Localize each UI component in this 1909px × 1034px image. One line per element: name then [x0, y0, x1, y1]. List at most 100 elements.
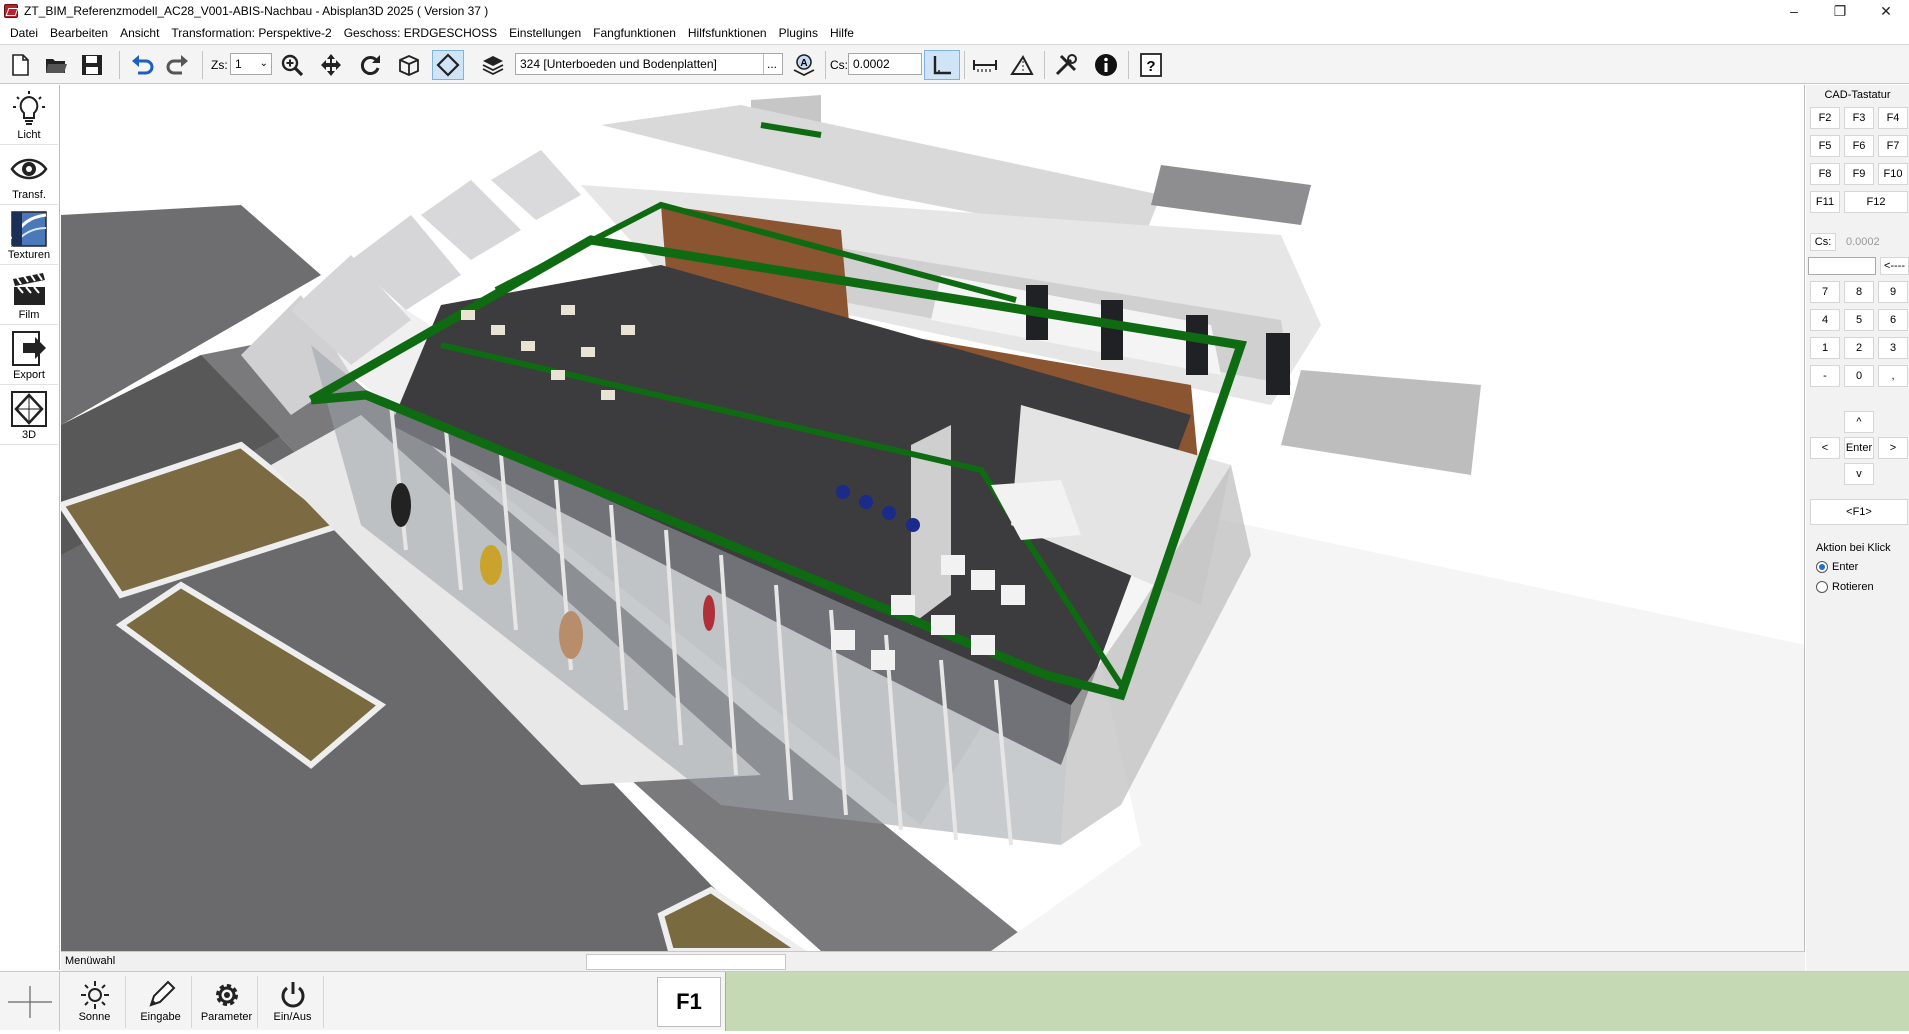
zs-select[interactable]: 1 ⌄ — [230, 53, 272, 75]
key-3[interactable]: 3 — [1878, 337, 1908, 359]
menu-einstellungen[interactable]: Einstellungen — [503, 26, 587, 40]
ein-aus-button[interactable]: Ein/Aus — [262, 976, 324, 1028]
autolayer-icon[interactable]: A — [788, 50, 820, 80]
key-right[interactable]: > — [1878, 437, 1908, 459]
new-file-icon[interactable] — [4, 50, 36, 80]
key-6[interactable]: 6 — [1878, 309, 1908, 331]
layer-field[interactable]: 324 [Unterboeden und Bodenplatten]... — [515, 53, 783, 75]
power-icon — [281, 982, 304, 1008]
menu-geschoss[interactable]: Geschoss: ERDGESCHOSS — [338, 26, 503, 40]
rotate-icon[interactable] — [354, 50, 386, 80]
zoom-icon[interactable] — [276, 50, 308, 80]
ein-aus-label: Ein/Aus — [273, 1011, 312, 1023]
key-down[interactable]: v — [1844, 463, 1874, 485]
key-up[interactable]: ^ — [1844, 411, 1874, 433]
svg-text:A: A — [800, 58, 807, 69]
angle-icon[interactable] — [924, 50, 960, 80]
radio-rotieren-label: Rotieren — [1832, 581, 1874, 593]
menu-datei[interactable]: Datei — [4, 26, 44, 40]
key-2[interactable]: 2 — [1844, 337, 1874, 359]
key-f1[interactable]: <F1> — [1810, 499, 1908, 525]
cs-key-value: 0.0002 — [1846, 236, 1880, 248]
app-logo-icon — [4, 4, 18, 18]
redo-icon[interactable] — [162, 50, 194, 80]
pan-icon[interactable] — [315, 50, 347, 80]
key-comma[interactable]: , — [1878, 365, 1908, 387]
key-f7[interactable]: F7 — [1878, 135, 1908, 157]
key-left[interactable]: < — [1810, 437, 1840, 459]
transf-button[interactable]: Transf. — [0, 147, 58, 205]
backspace-key[interactable]: <---- — [1880, 257, 1909, 275]
tools-icon[interactable] — [1050, 50, 1082, 80]
radio-rotieren[interactable] — [1816, 581, 1828, 593]
key-f2[interactable]: F2 — [1810, 107, 1840, 129]
layers-icon[interactable] — [477, 50, 509, 80]
key-f5[interactable]: F5 — [1810, 135, 1840, 157]
film-button[interactable]: Film — [0, 267, 58, 325]
key-f8[interactable]: F8 — [1810, 163, 1840, 185]
gear-icon — [215, 984, 238, 1006]
key-enter[interactable]: Enter — [1844, 437, 1874, 459]
menu-bearbeiten[interactable]: Bearbeiten — [44, 26, 114, 40]
sun-icon — [80, 981, 109, 1009]
crosshair-icon — [0, 972, 60, 1031]
plane-icon[interactable] — [432, 50, 464, 80]
menu-hilfe[interactable]: Hilfe — [824, 26, 860, 40]
texturen-button[interactable]: Texturen — [0, 207, 58, 265]
3d-viewport[interactable] — [61, 85, 1805, 951]
key-7[interactable]: 7 — [1810, 281, 1840, 303]
key-9[interactable]: 9 — [1878, 281, 1908, 303]
sonne-label: Sonne — [78, 1011, 111, 1023]
key-4[interactable]: 4 — [1810, 309, 1840, 331]
parameter-button[interactable]: Parameter — [196, 976, 258, 1028]
undo-icon[interactable] — [126, 50, 158, 80]
cad-input[interactable] — [1808, 257, 1876, 275]
key-minus[interactable]: - — [1810, 365, 1840, 387]
key-f10[interactable]: F10 — [1878, 163, 1908, 185]
roof-slab — [1281, 370, 1481, 475]
close-button[interactable]: ✕ — [1863, 0, 1909, 22]
layer-more-button[interactable]: ... — [762, 54, 780, 74]
menu-plugins[interactable]: Plugins — [773, 26, 824, 40]
key-8[interactable]: 8 — [1844, 281, 1874, 303]
3d-label: 3D — [21, 429, 37, 441]
eingabe-button[interactable]: Eingabe — [130, 976, 192, 1028]
menu-ansicht[interactable]: Ansicht — [114, 26, 165, 40]
key-0[interactable]: 0 — [1844, 365, 1874, 387]
sonne-button[interactable]: Sonne — [64, 976, 126, 1028]
export-label: Export — [13, 369, 45, 381]
film-label: Film — [18, 309, 40, 321]
export-button[interactable]: Export — [0, 327, 58, 385]
key-f3[interactable]: F3 — [1844, 107, 1874, 129]
key-f9[interactable]: F9 — [1844, 163, 1874, 185]
bulb-icon — [13, 91, 45, 125]
status-row: Menüwahl — [61, 951, 1805, 971]
person — [559, 611, 583, 659]
cs-input[interactable]: 0.0002 — [848, 53, 922, 75]
person — [391, 483, 411, 527]
help-icon[interactable]: ? — [1135, 50, 1167, 80]
f1-button[interactable]: F1 — [657, 977, 721, 1027]
key-f11[interactable]: F11 — [1810, 191, 1840, 213]
key-5[interactable]: 5 — [1844, 309, 1874, 331]
cube-icon[interactable] — [393, 50, 425, 80]
licht-button[interactable]: Licht — [0, 87, 58, 145]
maximize-button[interactable]: ❐ — [1817, 0, 1863, 22]
key-f12[interactable]: F12 — [1844, 191, 1908, 213]
save-icon[interactable] — [76, 50, 108, 80]
info-icon[interactable] — [1090, 50, 1122, 80]
menu-fangfunktionen[interactable]: Fangfunktionen — [587, 26, 682, 40]
menu-hilfsfunktionen[interactable]: Hilfsfunktionen — [682, 26, 773, 40]
key-1[interactable]: 1 — [1810, 337, 1840, 359]
minimize-button[interactable]: – — [1771, 0, 1817, 22]
key-f6[interactable]: F6 — [1844, 135, 1874, 157]
status-green-area — [725, 972, 1909, 1031]
radio-enter[interactable] — [1816, 561, 1828, 573]
triangle-icon[interactable] — [1006, 50, 1038, 80]
open-folder-icon[interactable] — [40, 50, 72, 80]
menu-transformation[interactable]: Transformation: Perspektive-2 — [165, 26, 337, 40]
3d-button[interactable]: 3D — [0, 387, 58, 445]
key-f4[interactable]: F4 — [1878, 107, 1908, 129]
left-toolbar: Licht Transf. Texturen Film Export 3D — [0, 85, 60, 970]
measure-icon[interactable] — [967, 50, 1003, 80]
